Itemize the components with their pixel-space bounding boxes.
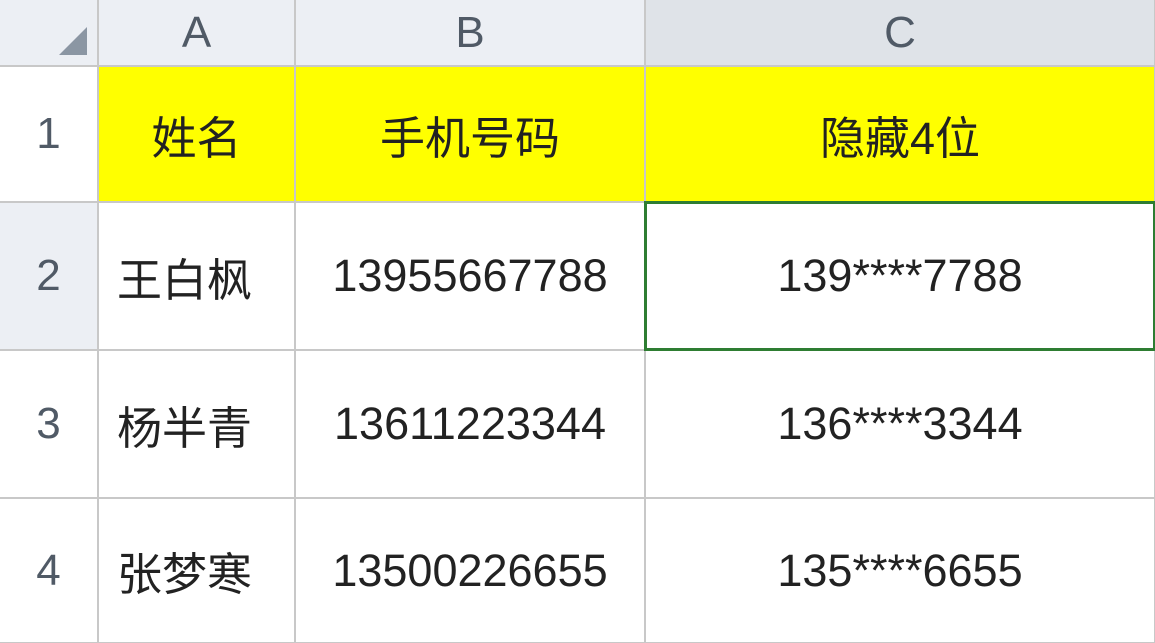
cell-C1[interactable]: 隐藏4位	[645, 66, 1155, 202]
spreadsheet-grid: A B C 1 姓名 手机号码 隐藏4位 2 王白枫 13955667788 1…	[0, 0, 1155, 643]
row-header-1[interactable]: 1	[0, 66, 98, 202]
cell-B4[interactable]: 13500226655	[295, 498, 645, 643]
cell-A1[interactable]: 姓名	[98, 66, 295, 202]
cell-C2[interactable]: 139****7788	[645, 202, 1155, 350]
column-header-A[interactable]: A	[98, 0, 295, 66]
column-header-C[interactable]: C	[645, 0, 1155, 66]
row-header-4[interactable]: 4	[0, 498, 98, 643]
select-all-corner[interactable]	[0, 0, 98, 66]
cell-B2[interactable]: 13955667788	[295, 202, 645, 350]
row-header-2[interactable]: 2	[0, 202, 98, 350]
cell-A4[interactable]: 张梦寒	[98, 498, 295, 643]
cell-A2[interactable]: 王白枫	[98, 202, 295, 350]
cell-A3[interactable]: 杨半青	[98, 350, 295, 498]
cell-C3[interactable]: 136****3344	[645, 350, 1155, 498]
cell-B1[interactable]: 手机号码	[295, 66, 645, 202]
row-header-3[interactable]: 3	[0, 350, 98, 498]
cell-C4[interactable]: 135****6655	[645, 498, 1155, 643]
column-header-B[interactable]: B	[295, 0, 645, 66]
cell-B3[interactable]: 13611223344	[295, 350, 645, 498]
